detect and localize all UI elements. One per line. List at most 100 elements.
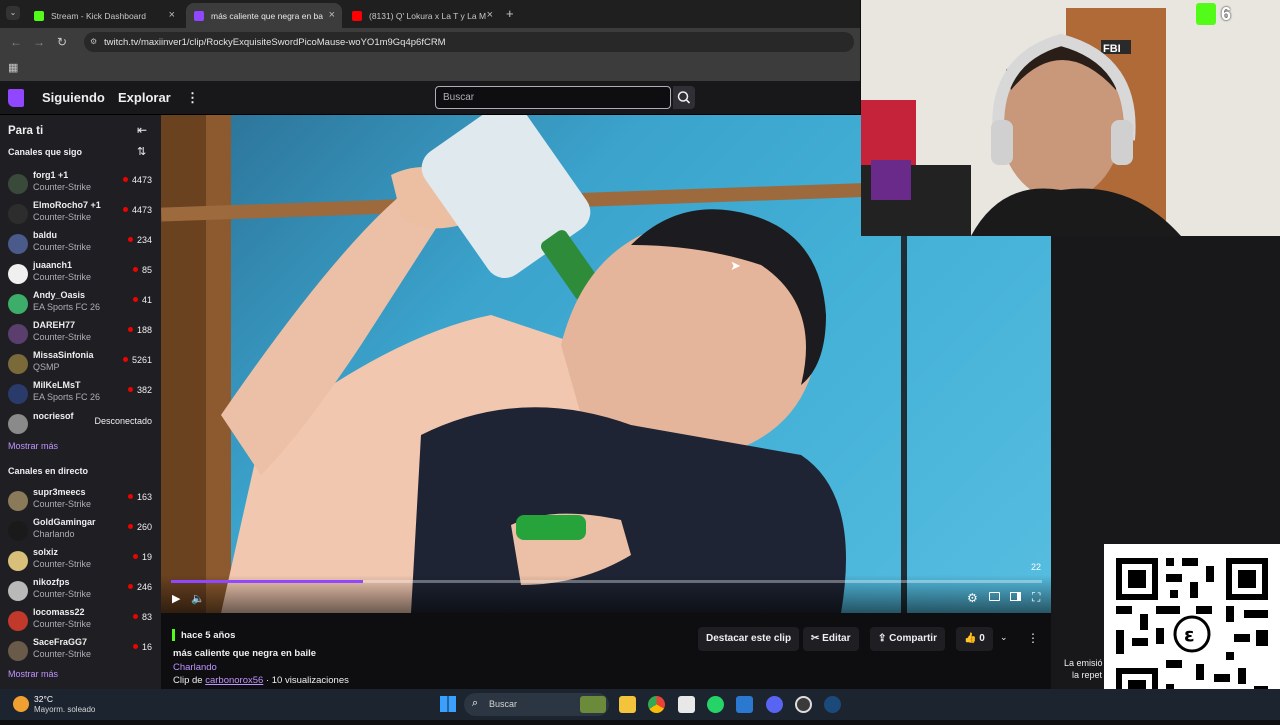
new-tab-button[interactable]: + — [506, 6, 514, 21]
weather-icon[interactable] — [13, 696, 29, 712]
channel-category: EA Sports FC 26 — [33, 302, 101, 312]
search-input[interactable]: Buscar — [435, 86, 671, 109]
clipper-link[interactable]: carbonorox56 — [205, 675, 263, 686]
avatar — [8, 611, 28, 631]
collapse-sidebar-icon[interactable]: ⇤ — [137, 123, 147, 137]
tab-list-chevron-icon[interactable]: ⌄ — [6, 6, 20, 20]
viewer-count: 234 — [128, 235, 152, 245]
close-tab-icon[interactable]: × — [329, 9, 335, 21]
twitch-logo-icon[interactable] — [8, 89, 24, 107]
channel-category: Counter-Strike — [33, 649, 92, 659]
settings-icon[interactable]: ⚙ — [967, 591, 978, 605]
clip-age-marker — [172, 629, 175, 641]
svg-text:FBI: FBI — [1103, 43, 1121, 55]
search-icon: ⌕ — [472, 697, 479, 709]
viewer-count: 188 — [128, 325, 152, 335]
channel-name: DAREH77 — [33, 320, 76, 330]
channel-name: MissaSinfonia — [33, 350, 94, 360]
kick-badge: 6 — [1196, 3, 1241, 25]
channel-row[interactable]: MiIKeLMsT EA Sports FC 26 382 — [0, 380, 161, 408]
search-button[interactable] — [673, 86, 695, 109]
viewer-count: 16 — [133, 642, 152, 652]
progress-bar-fill — [171, 580, 363, 583]
channel-row[interactable]: SaceFraGG7 Counter-Strike 16 — [0, 637, 161, 665]
view-count: · 10 visualizaciones — [265, 675, 349, 686]
channel-category: Counter-Strike — [33, 242, 92, 252]
channel-row[interactable]: nocriesof Desconectado — [0, 410, 161, 438]
obs-icon[interactable] — [795, 696, 812, 713]
share-label: Compartir — [889, 633, 937, 644]
start-windows-icon[interactable] — [440, 696, 456, 712]
forward-icon[interactable]: → — [33, 35, 45, 49]
channel-row[interactable]: nikozfps Counter-Strike 246 — [0, 577, 161, 605]
channel-category: Counter-Strike — [33, 619, 92, 629]
video-time: 22 — [1031, 562, 1042, 572]
feature-clip-button[interactable]: Destacar este clip — [698, 627, 800, 651]
chrome-icon[interactable] — [648, 696, 665, 713]
browser-tab-twitch-clip[interactable]: más caliente que negra en baile × — [186, 3, 342, 28]
kick-count: 6 — [1221, 4, 1232, 24]
mail-icon[interactable] — [736, 696, 753, 713]
show-more-followed-link[interactable]: Mostrar más — [8, 441, 58, 451]
twitch-favicon-icon — [194, 10, 204, 21]
cast-icon[interactable] — [989, 592, 1000, 601]
channel-row[interactable]: juaanch1 Counter-Strike 85 — [0, 260, 161, 288]
discord-icon[interactable] — [766, 696, 783, 713]
apps-grid-icon[interactable]: ▦ — [8, 61, 18, 74]
show-more-live-link[interactable]: Mostrar más — [8, 669, 58, 679]
file-explorer-icon[interactable] — [619, 696, 636, 713]
back-icon[interactable]: ← — [10, 35, 22, 49]
side-text-2: la repet — [1072, 670, 1103, 680]
volume-icon[interactable]: 🔈 — [191, 592, 205, 605]
store-icon[interactable] — [678, 696, 695, 713]
channel-name: nocriesof — [33, 411, 74, 421]
url-field[interactable]: ⚙ twitch.tv/maxiinver1/clip/RockyExquisi… — [84, 32, 854, 52]
channel-name: baldu — [33, 230, 57, 240]
channel-row[interactable]: solxiz Counter-Strike 19 — [0, 547, 161, 575]
progress-bar[interactable] — [171, 580, 1042, 583]
clip-title: más caliente que negra en baile — [173, 648, 317, 659]
steam-icon[interactable] — [824, 696, 841, 713]
viewer-count: 85 — [133, 265, 152, 275]
clip-category-link[interactable]: Charlando — [173, 662, 217, 673]
browser-tab-bar: ⌄ Stream - Kick Dashboard × más caliente… — [0, 0, 860, 28]
os-taskbar: 32°C Mayorm. soleado ⌕ Buscar — [0, 689, 1280, 720]
channel-row[interactable]: supr3meecs Counter-Strike 163 — [0, 487, 161, 515]
browser-tab-kick[interactable]: Stream - Kick Dashboard × — [26, 3, 182, 28]
offline-status: Desconectado — [94, 416, 152, 426]
nav-more-icon[interactable]: ⋮ — [186, 90, 199, 106]
channel-name: locomass22 — [33, 607, 85, 617]
more-options-icon[interactable]: ⋮ — [1027, 631, 1039, 645]
share-button[interactable]: ⇪ Compartir — [870, 627, 945, 651]
sidebar-for-you-title: Para ti — [8, 125, 44, 137]
channel-row[interactable]: GoldGamingar Charlando 260 — [0, 517, 161, 545]
site-info-icon[interactable]: ⚙ — [90, 37, 97, 46]
channel-row[interactable]: MissaSinfonia QSMP 5261 — [0, 350, 161, 378]
chevron-down-icon[interactable]: ⌄ — [1000, 632, 1008, 643]
nav-following-link[interactable]: Siguiendo — [42, 90, 105, 105]
reload-icon[interactable]: ↻ — [57, 35, 67, 49]
edit-clip-button[interactable]: ✂ Editar — [803, 627, 859, 651]
browser-tab-youtube[interactable]: (8131) Q' Lokura x La T y La M × — [344, 3, 500, 28]
share-icon: ⇪ — [878, 633, 890, 644]
theatre-mode-icon[interactable] — [1010, 592, 1021, 601]
game-app-icon[interactable] — [580, 696, 606, 713]
nav-browse-link[interactable]: Explorar — [118, 90, 171, 105]
sort-icon[interactable]: ⇅ — [137, 145, 146, 158]
like-button[interactable]: 👍 0 — [956, 627, 993, 651]
viewer-count: 4473 — [123, 175, 152, 185]
channel-row[interactable]: Andy_Oasis EA Sports FC 26 41 — [0, 290, 161, 318]
channel-row[interactable]: locomass22 Counter-Strike 83 — [0, 607, 161, 635]
play-icon[interactable]: ▶ — [172, 592, 180, 605]
fullscreen-icon[interactable]: ⛶ — [1032, 590, 1040, 605]
whatsapp-icon[interactable] — [707, 696, 724, 713]
channel-row[interactable]: forg1 +1 Counter-Strike 4473 — [0, 170, 161, 198]
channel-row[interactable]: DAREH77 Counter-Strike 188 — [0, 320, 161, 348]
close-tab-icon[interactable]: × — [169, 9, 175, 21]
viewer-count: 5261 — [123, 355, 152, 365]
channel-row[interactable]: baldu Counter-Strike 234 — [0, 230, 161, 258]
channel-name: solxiz — [33, 547, 59, 557]
search-icon — [677, 91, 691, 104]
close-tab-icon[interactable]: × — [487, 9, 493, 21]
channel-row[interactable]: ElmoRocho7 +1 Counter-Strike 4473 — [0, 200, 161, 228]
